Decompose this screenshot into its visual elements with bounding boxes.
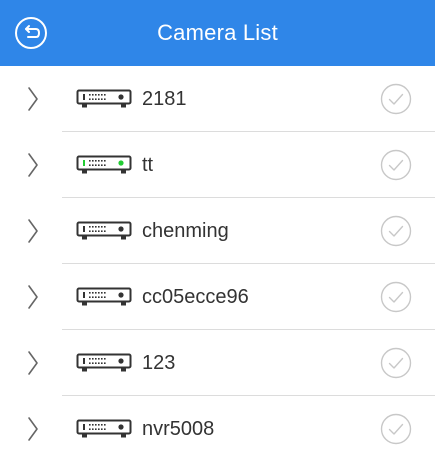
chevron-right-icon-svg <box>28 219 38 243</box>
chevron-right-icon-svg <box>28 285 38 309</box>
check-circle-icon[interactable] <box>380 347 412 379</box>
check-circle-icon[interactable] <box>380 215 412 247</box>
check-circle-icon[interactable] <box>380 83 412 115</box>
header-bar: Camera List <box>0 0 435 66</box>
device-name: cc05ecce96 <box>142 286 249 308</box>
chevron-right-icon-svg <box>28 351 38 375</box>
chevron-right-icon-svg <box>28 87 38 111</box>
chevron-right-icon[interactable] <box>24 283 42 311</box>
back-button[interactable] <box>14 16 48 50</box>
check-circle-icon[interactable] <box>380 149 412 181</box>
check-circle-icon[interactable] <box>380 413 412 445</box>
device-name: 123 <box>142 352 176 374</box>
nvr-device-icon <box>76 89 132 108</box>
device-list: 2181 tt chenming cc05ecce96 123 nvr5008 <box>0 66 435 450</box>
chevron-right-icon-svg <box>28 153 38 177</box>
page-title: Camera List <box>157 20 278 45</box>
device-row[interactable]: cc05ecce96 <box>0 264 435 330</box>
device-row[interactable]: tt <box>0 132 435 198</box>
chevron-right-icon[interactable] <box>24 217 42 245</box>
nvr-device-icon <box>76 155 132 174</box>
nvr-device-icon <box>76 221 132 240</box>
device-row[interactable]: nvr5008 <box>0 396 435 450</box>
device-row[interactable]: 2181 <box>0 66 435 132</box>
chevron-right-icon[interactable] <box>24 151 42 179</box>
nvr-device-icon <box>76 287 132 306</box>
nvr-device-icon <box>76 353 132 372</box>
back-circle-icon <box>15 17 47 49</box>
camera-list-screen: Camera List 2181 tt chenming cc05ecce96 … <box>0 0 435 450</box>
nvr-device-icon <box>76 419 132 438</box>
device-name: chenming <box>142 220 229 242</box>
check-circle-icon[interactable] <box>380 281 412 313</box>
device-name: 2181 <box>142 88 187 110</box>
device-row[interactable]: chenming <box>0 198 435 264</box>
chevron-right-icon[interactable] <box>24 85 42 113</box>
chevron-right-icon-svg <box>28 417 38 441</box>
device-name: nvr5008 <box>142 418 215 440</box>
device-name: tt <box>142 154 154 176</box>
chevron-right-icon[interactable] <box>24 349 42 377</box>
device-row[interactable]: 123 <box>0 330 435 396</box>
chevron-right-icon[interactable] <box>24 415 42 443</box>
